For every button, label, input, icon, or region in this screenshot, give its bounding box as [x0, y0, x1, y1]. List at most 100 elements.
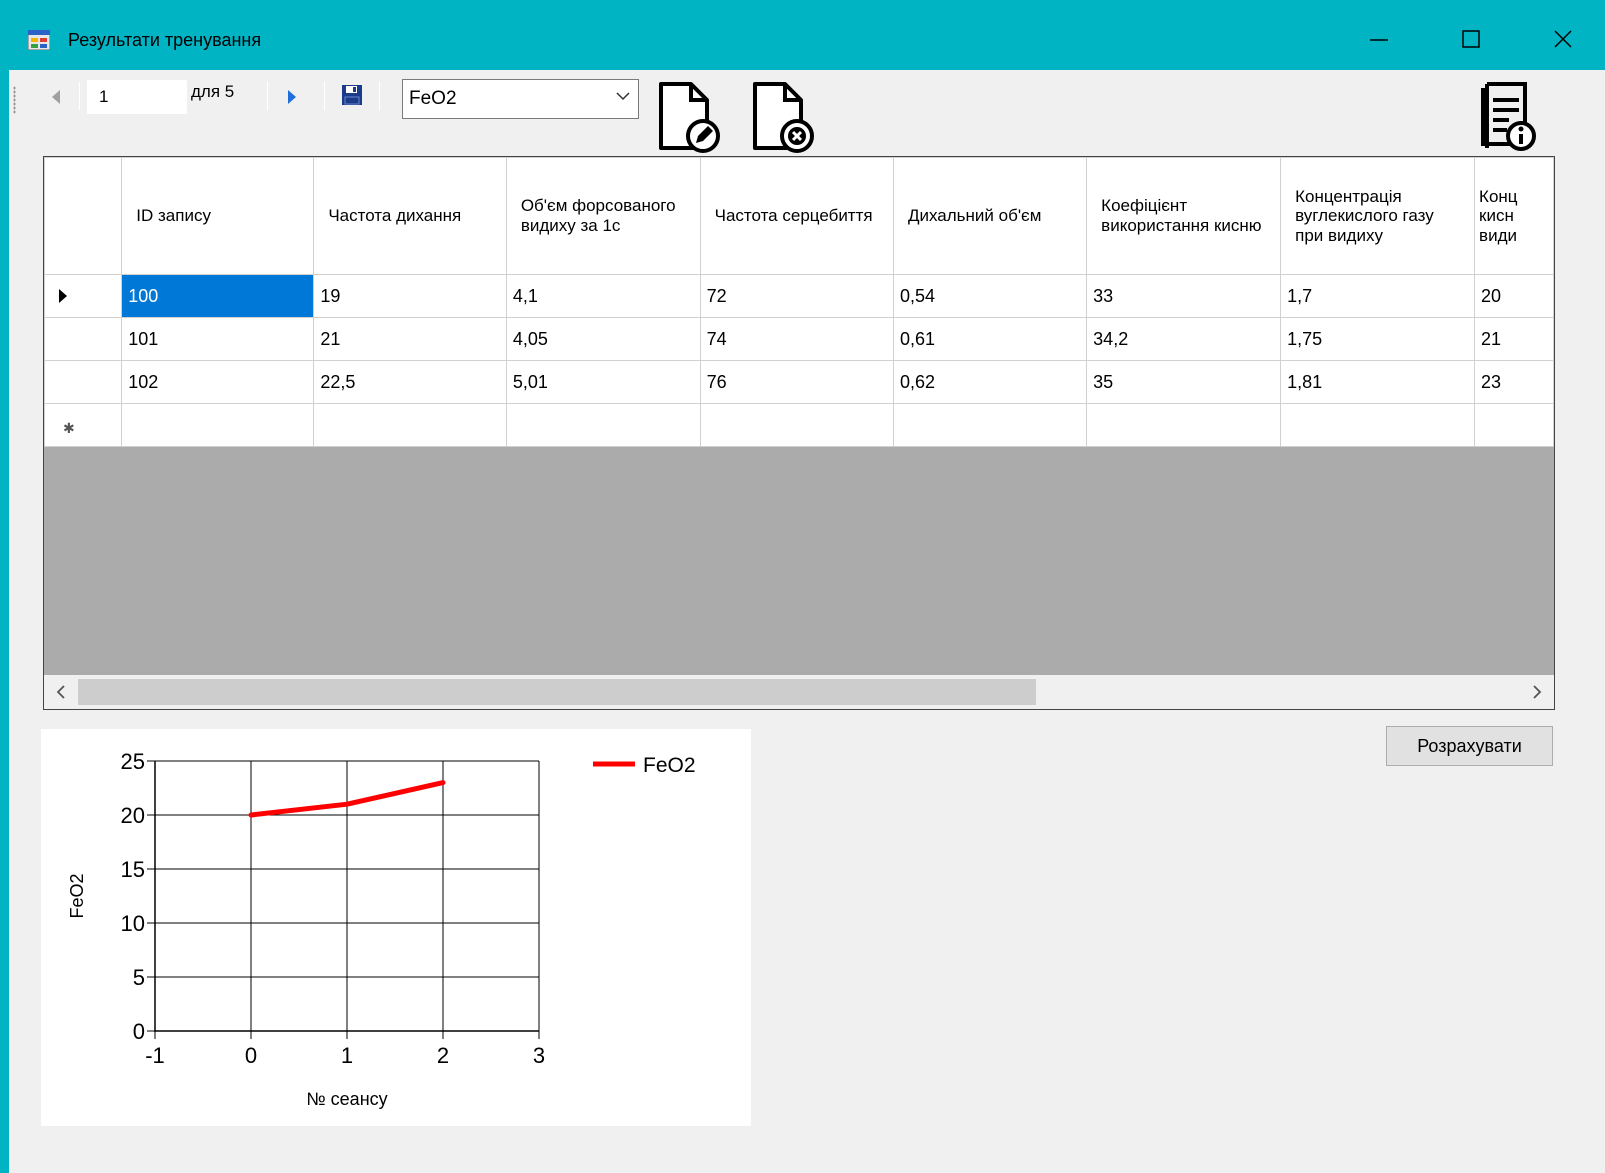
table-cell[interactable]: [121, 403, 315, 447]
table-header-row: ID запису Частота дихання Об'єм форсован…: [44, 157, 1554, 275]
calculate-button[interactable]: Розрахувати: [1386, 726, 1553, 766]
move-previous-button[interactable]: [41, 80, 71, 114]
row-header[interactable]: [44, 317, 123, 361]
x-tick-label: 1: [341, 1043, 353, 1068]
chart-svg: -1 0 1 2 30510152025№ сеансуFeO2FeO2: [67, 749, 696, 1109]
column-header[interactable]: Частота дихання: [313, 157, 507, 275]
x-tick-label: 0: [245, 1043, 257, 1068]
table-cell[interactable]: 35: [1086, 360, 1282, 404]
table-cell[interactable]: 4,1: [505, 274, 701, 318]
table-cell[interactable]: 0,61: [892, 317, 1088, 361]
table-cell[interactable]: 102: [121, 360, 315, 404]
column-header[interactable]: Частота серцебиття: [699, 157, 894, 275]
main-window: Результати тренування для 5: [0, 0, 1605, 1173]
column-header[interactable]: ID запису: [121, 157, 315, 275]
results-table: ID запису Частота дихання Об'єм форсован…: [44, 157, 1554, 447]
y-tick-label: 0: [133, 1019, 145, 1044]
column-header[interactable]: Концентрація вуглекислого газу при видих…: [1280, 157, 1476, 275]
table-cell[interactable]: 21: [1474, 317, 1554, 361]
table-cell[interactable]: 23: [1474, 360, 1554, 404]
toolbar-separator: [79, 82, 80, 110]
table-cell[interactable]: 34,2: [1086, 317, 1282, 361]
edit-document-icon: [659, 82, 720, 153]
table-cell[interactable]: [505, 403, 701, 447]
window-title: Результати тренування: [68, 30, 262, 50]
table-cell[interactable]: 74: [699, 317, 894, 361]
table-cell[interactable]: 72: [699, 274, 894, 318]
table-cell[interactable]: 1,75: [1280, 317, 1476, 361]
table-cell[interactable]: 22,5: [313, 360, 507, 404]
table-row[interactable]: 102 22,5 5,01 76 0,62 35 1,81 23: [44, 360, 1554, 404]
x-tick-label: 2: [437, 1043, 449, 1068]
table-cell[interactable]: [313, 403, 507, 447]
edit-record-button[interactable]: [657, 80, 723, 154]
results-data-grid[interactable]: ID запису Частота дихання Об'єм форсован…: [43, 156, 1555, 710]
y-tick-label: 20: [121, 803, 145, 828]
row-header-current[interactable]: [44, 274, 123, 318]
minimize-button[interactable]: [1333, 14, 1425, 64]
title-bar[interactable]: Результати тренування: [0, 0, 1605, 70]
legend-label: FeO2: [643, 754, 696, 777]
toolbar-grip[interactable]: [13, 86, 16, 114]
parameter-select[interactable]: FeO2: [402, 79, 639, 119]
toolbar-separator: [379, 82, 380, 110]
table-row[interactable]: 101 21 4,05 74 0,61 34,2 1,75 21: [44, 317, 1554, 361]
chevron-down-icon: [616, 88, 630, 104]
row-header[interactable]: [44, 360, 123, 404]
x-tick-label: 3: [533, 1043, 545, 1068]
table-cell[interactable]: 19: [313, 274, 507, 318]
move-previous-icon: [52, 90, 60, 104]
table-cell[interactable]: [1474, 403, 1554, 447]
column-header[interactable]: Конц кисн види: [1474, 157, 1554, 275]
info-report-icon: [1481, 82, 1536, 151]
position-input[interactable]: [87, 80, 187, 114]
table-cell[interactable]: 101: [121, 317, 315, 361]
table-cell[interactable]: [1280, 403, 1476, 447]
horizontal-scrollbar[interactable]: [44, 675, 1554, 709]
scroll-right-button[interactable]: [1522, 679, 1552, 705]
scroll-left-button[interactable]: [46, 679, 76, 705]
table-cell[interactable]: 4,05: [505, 317, 701, 361]
table-row[interactable]: 100 19 4,1 72 0,54 33 1,7 20: [44, 274, 1554, 318]
table-cell[interactable]: 5,01: [505, 360, 701, 404]
move-next-button[interactable]: [277, 80, 307, 114]
row-header-new[interactable]: ✱: [44, 403, 123, 447]
table-cell[interactable]: 21: [313, 317, 507, 361]
x-axis-label: № сеансу: [306, 1089, 387, 1109]
info-report-button[interactable]: [1479, 80, 1539, 154]
column-header[interactable]: Дихальний об'єм: [892, 157, 1088, 275]
y-axis-label: FeO2: [67, 873, 87, 918]
column-header[interactable]: Коефіцієнт використання кисню: [1086, 157, 1282, 275]
table-cell[interactable]: 0,62: [892, 360, 1088, 404]
maximize-button[interactable]: [1425, 14, 1517, 64]
new-row[interactable]: ✱: [44, 403, 1554, 447]
x-tick-label: -1: [145, 1043, 165, 1068]
chevron-right-icon: [1533, 685, 1542, 699]
save-button[interactable]: [335, 78, 369, 112]
minimize-icon: [1370, 39, 1388, 41]
table-cell[interactable]: 33: [1086, 274, 1282, 318]
table-cell[interactable]: 1,7: [1280, 274, 1476, 318]
table-cell[interactable]: 76: [699, 360, 894, 404]
table-cell[interactable]: [1086, 403, 1282, 447]
table-cell[interactable]: [892, 403, 1088, 447]
save-icon: [342, 85, 362, 105]
new-row-asterisk-icon: ✱: [63, 420, 75, 436]
toolbar-separator: [267, 82, 268, 110]
app-form-icon: [28, 30, 50, 50]
maximize-icon: [1462, 30, 1480, 48]
table-cell[interactable]: 100: [121, 274, 315, 318]
parameter-select-value: FeO2: [409, 88, 457, 109]
delete-record-button[interactable]: [751, 80, 817, 154]
y-tick-label: 25: [121, 749, 145, 774]
table-cell[interactable]: 0,54: [892, 274, 1088, 318]
scrollbar-thumb[interactable]: [78, 679, 1036, 705]
current-row-arrow-icon: [59, 289, 67, 303]
y-tick-label: 15: [121, 857, 145, 882]
table-cell[interactable]: 20: [1474, 274, 1554, 318]
close-button[interactable]: [1517, 14, 1605, 64]
row-header-corner[interactable]: [44, 157, 123, 275]
table-cell[interactable]: 1,81: [1280, 360, 1476, 404]
column-header[interactable]: Об'єм форсованого видиху за 1с: [505, 157, 701, 275]
table-cell[interactable]: [699, 403, 894, 447]
